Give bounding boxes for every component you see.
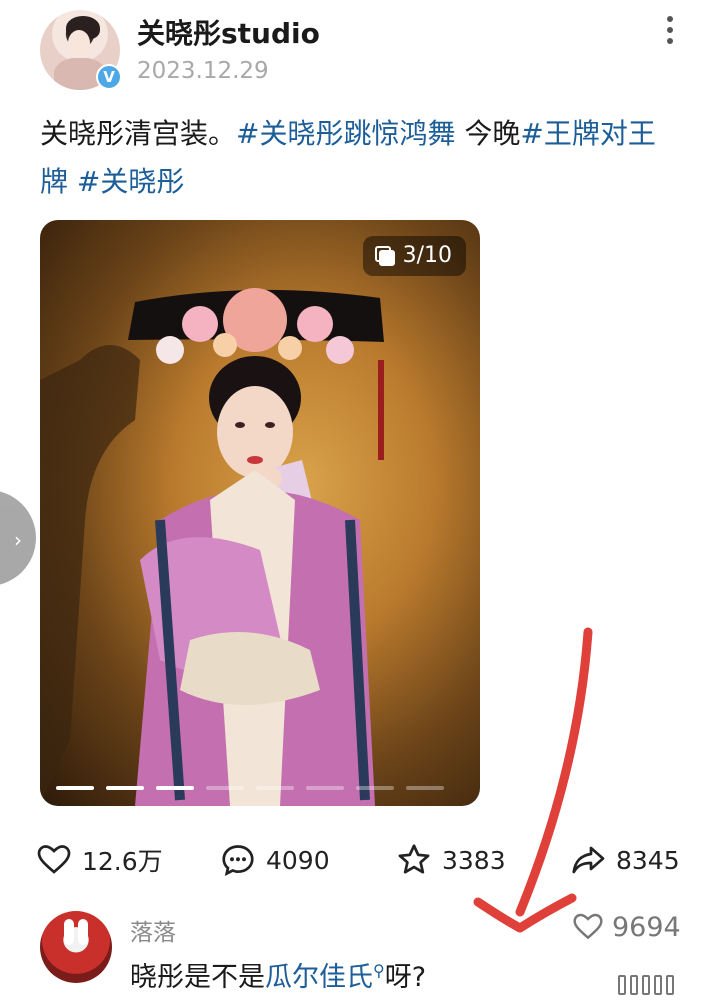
post-header: V 关晓彤studio 2023.12.29 <box>0 0 720 100</box>
hashtag-link[interactable]: #关晓彤跳惊鸿舞 <box>236 117 455 150</box>
heart-icon <box>37 845 71 874</box>
image-counter-text: 3/10 <box>402 243 452 268</box>
like-count: 12.6万 <box>82 847 163 876</box>
more-options-icon[interactable] <box>660 14 680 46</box>
comment-search-link[interactable]: 瓜尔佳氏 <box>265 962 373 993</box>
side-expand-tab[interactable]: › <box>0 490 36 586</box>
avatar-face <box>68 30 90 56</box>
post-text-mid: 今晚 <box>455 117 521 150</box>
carousel-indicator <box>56 786 444 790</box>
comment-button[interactable]: 4090 <box>220 838 330 882</box>
heart-icon <box>573 913 603 940</box>
top-comment: 落落 晓彤是不是瓜尔佳氏⚲呀? 9694 <box>0 905 720 1003</box>
comment-count: 4090 <box>266 845 330 875</box>
post-text-plain: 关晓彤清宫装。 <box>40 117 237 150</box>
comment-text-before: 晓彤是不是 <box>130 962 265 993</box>
carousel-dot[interactable] <box>356 786 394 790</box>
comment-icon <box>222 845 254 876</box>
carousel-dot[interactable] <box>156 786 194 790</box>
comment-like-count: 9694 <box>612 911 681 943</box>
commenter-name[interactable]: 落落 <box>130 913 176 947</box>
author-username[interactable]: 关晓彤studio <box>137 12 320 52</box>
carousel-dot[interactable] <box>206 786 244 790</box>
gallery-stack-icon <box>374 246 395 266</box>
like-button[interactable]: 12.6万 <box>36 838 163 882</box>
share-count: 8345 <box>616 845 680 875</box>
star-icon <box>398 844 430 874</box>
carousel-dot[interactable] <box>306 786 344 790</box>
image-counter-badge: 3/10 <box>362 236 466 276</box>
annotation-arrow <box>473 627 593 933</box>
carousel-dot[interactable] <box>256 786 294 790</box>
carousel-dot[interactable] <box>106 786 144 790</box>
commenter-avatar[interactable] <box>40 911 112 983</box>
chevron-right-icon: › <box>14 528 22 552</box>
photo-illustration <box>40 288 384 806</box>
post-photo[interactable]: 3/10 <box>40 220 480 806</box>
post-date: 2023.12.29 <box>137 58 269 84</box>
search-icon: ⚲ <box>373 961 385 980</box>
post-text: 关晓彤清宫装。#关晓彤跳惊鸿舞 今晚#王牌对王牌 #关晓彤 <box>40 110 680 206</box>
hashtag-link[interactable]: #关晓彤 <box>68 165 184 198</box>
comment-like-button[interactable]: 9694 <box>572 911 681 943</box>
watermark-icon <box>618 975 678 1001</box>
verified-icon: V <box>96 64 122 90</box>
carousel-dot[interactable] <box>56 786 94 790</box>
comment-text: 晓彤是不是瓜尔佳氏⚲呀? <box>130 955 426 994</box>
carousel-dot[interactable] <box>406 786 444 790</box>
comment-text-after: 呀? <box>384 962 427 993</box>
